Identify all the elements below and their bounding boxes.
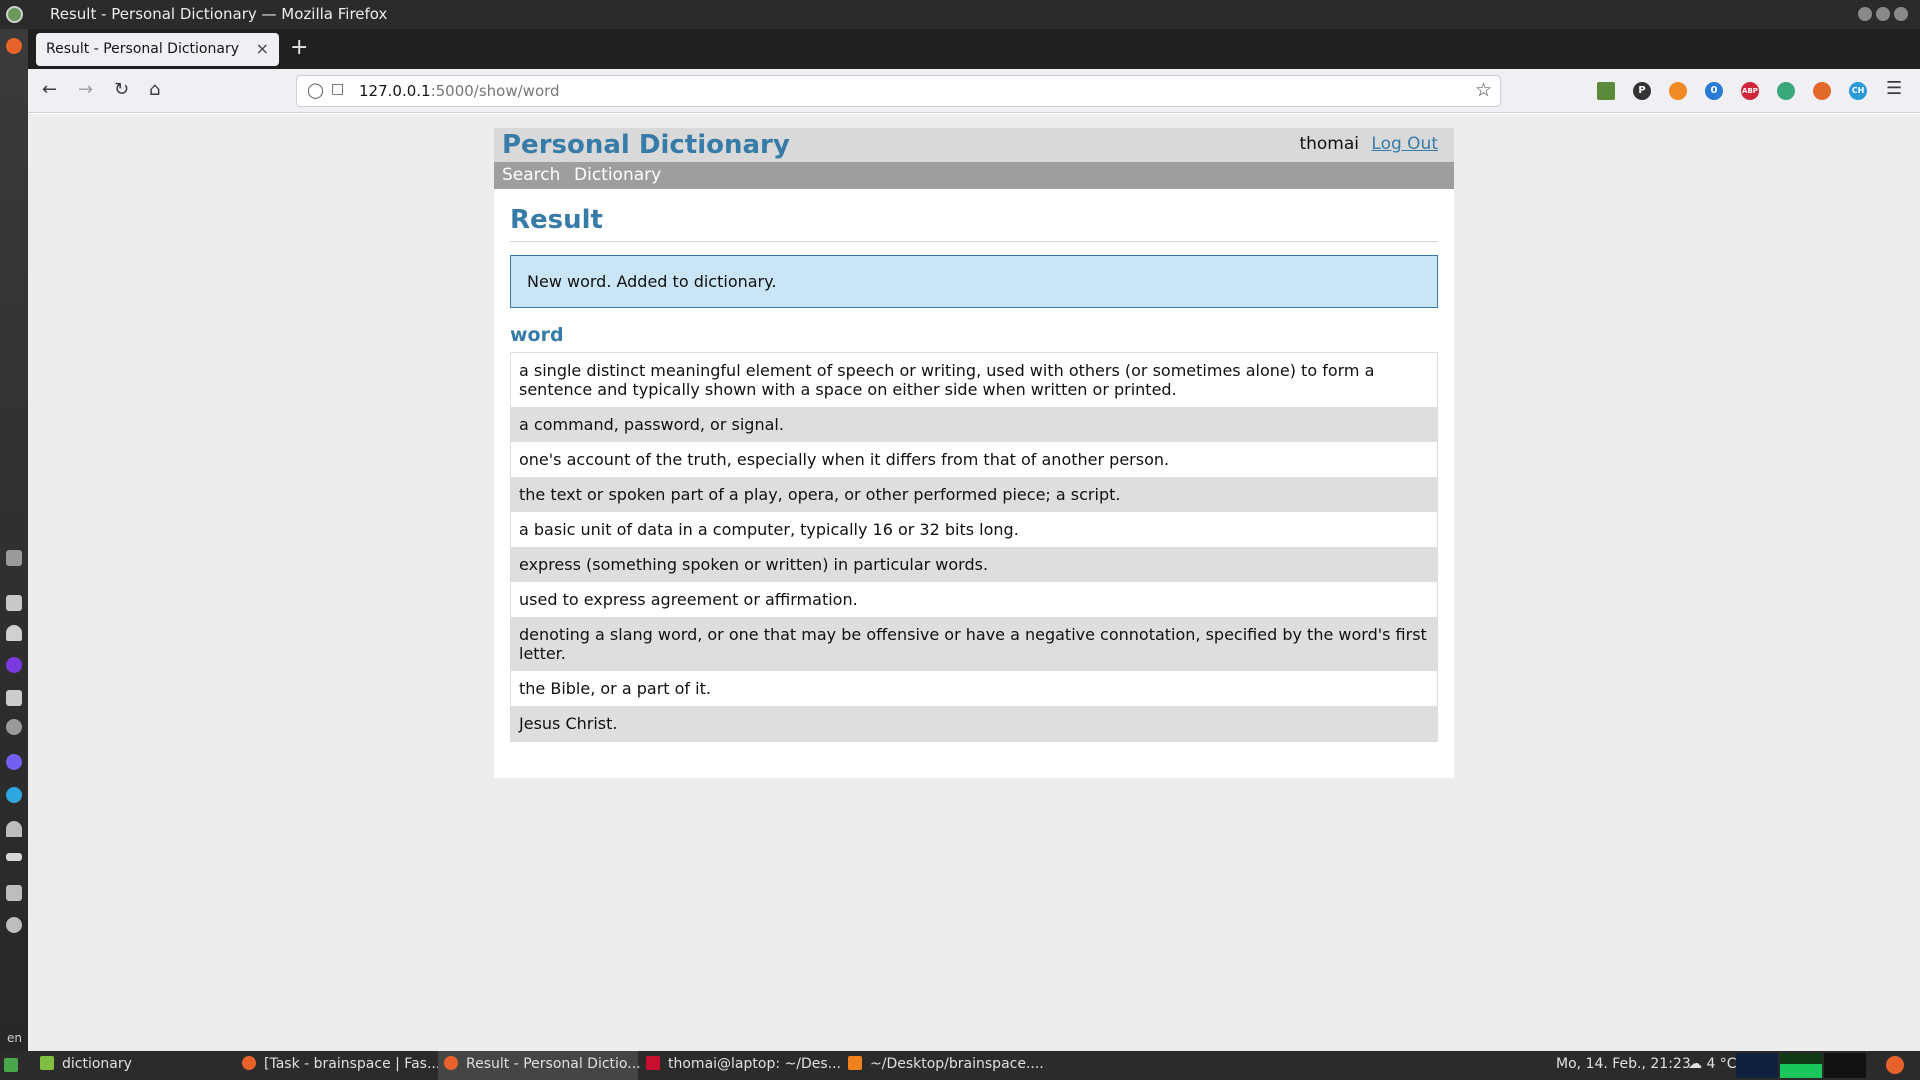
notifications-icon[interactable] bbox=[6, 625, 22, 641]
p-extension-icon[interactable]: P bbox=[1633, 82, 1651, 100]
network-monitor-graph bbox=[1736, 1053, 1778, 1078]
tab-result[interactable]: Result - Personal Dictionary × bbox=[36, 33, 279, 66]
app-header: Personal Dictionary thomai Log Out bbox=[494, 128, 1454, 162]
page-title: Result bbox=[510, 205, 603, 235]
weather-widget[interactable]: ☁ 4 °C bbox=[1688, 1056, 1737, 1072]
app-nav: Search Dictionary bbox=[494, 162, 1454, 189]
chat-launcher-icon[interactable] bbox=[6, 550, 22, 566]
close-tab-icon[interactable]: × bbox=[256, 39, 269, 58]
definition-list: a single distinct meaningful element of … bbox=[510, 352, 1438, 742]
memory-monitor-graph bbox=[1780, 1053, 1822, 1078]
system-taskbar: dictionary [Task - brainspace | Fas... R… bbox=[0, 1051, 1920, 1080]
word-heading: word bbox=[510, 324, 564, 346]
clock[interactable]: Mo, 14. Feb., 21:23 bbox=[1556, 1056, 1691, 1072]
flash-message: New word. Added to dictionary. bbox=[510, 255, 1438, 308]
taskbar-item-firefox-result[interactable]: Result - Personal Dictio... bbox=[444, 1056, 641, 1072]
definition-item: express (something spoken or written) in… bbox=[511, 547, 1437, 582]
firefox-dev-launcher-icon[interactable] bbox=[6, 657, 22, 673]
tracking-shield-icon[interactable]: ◯ bbox=[307, 81, 324, 99]
maximize-button[interactable] bbox=[1876, 7, 1890, 21]
url-host: 127.0.0.1 bbox=[359, 82, 431, 100]
window-title: Result - Personal Dictionary — Mozilla F… bbox=[50, 5, 388, 23]
nav-dictionary-link[interactable]: Dictionary bbox=[574, 165, 661, 185]
reload-icon[interactable]: ↻ bbox=[114, 79, 129, 100]
new-tab-button[interactable]: + bbox=[290, 35, 308, 60]
brand-title[interactable]: Personal Dictionary bbox=[502, 130, 790, 160]
viber-icon[interactable] bbox=[6, 754, 22, 770]
home-icon[interactable]: ⌂ bbox=[149, 79, 160, 100]
definition-item: the Bible, or a part of it. bbox=[511, 671, 1437, 706]
taskbar-item-terminal[interactable]: thomai@laptop: ~/Des... bbox=[646, 1056, 841, 1072]
wifi-icon[interactable] bbox=[6, 821, 22, 837]
nav-search-link[interactable]: Search bbox=[502, 165, 560, 185]
notification-extension-icon[interactable]: 0 bbox=[1705, 82, 1723, 100]
username: thomai bbox=[1299, 134, 1359, 154]
duckduckgo-icon[interactable] bbox=[1813, 82, 1831, 100]
firefox-icon bbox=[242, 1056, 256, 1070]
forward-icon[interactable]: → bbox=[78, 79, 93, 100]
tools-icon[interactable] bbox=[6, 690, 22, 706]
battery-icon[interactable] bbox=[6, 853, 22, 861]
files-launcher-icon[interactable] bbox=[6, 595, 22, 611]
left-dock: en bbox=[0, 29, 28, 1051]
definition-item: denoting a slang word, or one that may b… bbox=[511, 617, 1437, 671]
page-viewport: Personal Dictionary thomai Log Out Searc… bbox=[28, 114, 1920, 1051]
cpu-monitor-graph bbox=[1824, 1053, 1866, 1078]
volume-icon[interactable] bbox=[6, 885, 22, 901]
definition-item: Jesus Christ. bbox=[511, 706, 1437, 741]
definition-item: a command, password, or signal. bbox=[511, 407, 1437, 442]
sublime-icon bbox=[848, 1056, 862, 1070]
green-extension-icon[interactable] bbox=[1777, 82, 1795, 100]
title-divider bbox=[510, 241, 1438, 242]
logout-link[interactable]: Log Out bbox=[1371, 134, 1438, 154]
settings-gear-icon[interactable] bbox=[6, 917, 22, 933]
hamburger-menu-icon[interactable]: ☰ bbox=[1886, 78, 1902, 99]
start-menu-icon[interactable] bbox=[4, 1058, 18, 1074]
app-menu-icon[interactable] bbox=[6, 6, 23, 23]
definition-item: a basic unit of data in a computer, typi… bbox=[511, 512, 1437, 547]
bookmark-star-icon[interactable]: ☆ bbox=[1475, 79, 1492, 101]
url-bar[interactable]: ◯ □ 127.0.0.1:5000/show/word ☆ bbox=[296, 75, 1501, 107]
minimize-button[interactable] bbox=[1858, 7, 1872, 21]
definition-item: one's account of the truth, especially w… bbox=[511, 442, 1437, 477]
adblock-icon[interactable]: ABP bbox=[1741, 82, 1759, 100]
orange-extension-icon[interactable] bbox=[1669, 82, 1687, 100]
definition-item: the text or spoken part of a play, opera… bbox=[511, 477, 1437, 512]
definition-item: used to express agreement or affirmation… bbox=[511, 582, 1437, 617]
terminal-icon bbox=[646, 1056, 660, 1070]
telegram-icon[interactable] bbox=[6, 787, 22, 803]
navigation-toolbar: ← → ↻ ⌂ ◯ □ 127.0.0.1:5000/show/word ☆ P… bbox=[28, 69, 1920, 113]
taskbar-item-firefox-task[interactable]: [Task - brainspace | Fas... bbox=[242, 1056, 440, 1072]
keyboard-language[interactable]: en bbox=[7, 1031, 22, 1045]
url-path: :5000/show/word bbox=[430, 82, 560, 100]
ch-extension-icon[interactable]: CH bbox=[1849, 82, 1867, 100]
firefox-icon bbox=[444, 1056, 458, 1070]
folder-icon bbox=[40, 1056, 54, 1070]
firefox-tray-icon[interactable] bbox=[1886, 1056, 1904, 1074]
weather-temp: 4 °C bbox=[1706, 1056, 1737, 1072]
taskbar-item-sublime[interactable]: ~/Desktop/brainspace.... bbox=[848, 1056, 1044, 1072]
app-container: Personal Dictionary thomai Log Out Searc… bbox=[494, 128, 1454, 778]
cloud-icon: ☁ bbox=[1688, 1056, 1707, 1072]
page-info-icon[interactable]: □ bbox=[331, 81, 344, 97]
flash-text: New word. Added to dictionary. bbox=[527, 272, 777, 291]
window-titlebar: Result - Personal Dictionary — Mozilla F… bbox=[0, 0, 1920, 29]
definition-item: a single distinct meaningful element of … bbox=[511, 353, 1437, 407]
url-text[interactable]: 127.0.0.1:5000/show/word bbox=[359, 82, 560, 100]
bluetooth-icon[interactable] bbox=[6, 719, 22, 735]
close-window-button[interactable] bbox=[1894, 7, 1908, 21]
back-icon[interactable]: ← bbox=[42, 79, 57, 100]
firefox-launcher-icon[interactable] bbox=[6, 38, 22, 54]
download-icon[interactable] bbox=[1597, 82, 1615, 100]
taskbar-item-files[interactable]: dictionary bbox=[40, 1056, 132, 1072]
tab-title: Result - Personal Dictionary bbox=[46, 41, 239, 57]
tab-strip: Result - Personal Dictionary × + bbox=[28, 29, 1920, 69]
